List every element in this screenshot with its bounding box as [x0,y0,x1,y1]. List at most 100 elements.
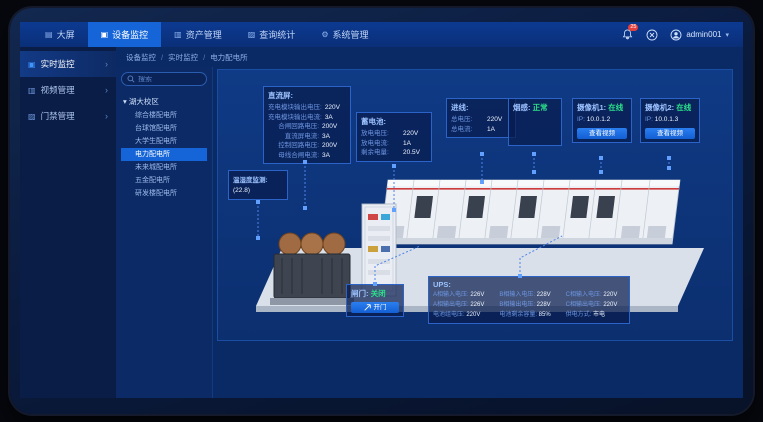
panel-title: 温湿度监测: [233,174,283,184]
tree-item[interactable]: 未来城配电所 [121,161,207,174]
metric-label: 充电模块输出电压: [268,103,322,113]
sensor-value: (22.8) [233,187,250,194]
tab-system-management[interactable]: ⚙ 系统管理 [308,22,381,47]
door-icon: ▨ [28,112,36,121]
sidebar-item-access-control[interactable]: ▨ 门禁管理 › [20,103,116,129]
metric-label: 放电电流: [361,139,400,149]
avatar [670,29,682,41]
view-video-button[interactable]: 查看视频 [577,128,627,139]
metric-label: B相输入电压: [499,292,535,298]
search-input[interactable] [138,76,201,83]
tree-item[interactable]: 综合楼配电所 [121,109,207,122]
ups-panel: UPS: A相输入电压: 226V B相输入电压: 228V C相输入电压: 2… [428,276,630,324]
chevron-right-icon: › [105,111,108,121]
panel-title: 直流屏: [268,90,346,101]
fullscreen-icon[interactable] [645,28,659,42]
panel-title: UPS: [433,280,625,289]
smoke-status: 正常 [533,103,548,112]
dc-screen-panel: 直流屏: 充电模块输出电压:220V 充电模块输出电流:3A 合闸回路电压:20… [263,86,351,164]
metric-label: 电池剩余容量: [499,312,537,318]
screen-icon: ▤ [45,30,53,39]
tab-label: 系统管理 [332,28,368,41]
metric-value: 228V [537,292,551,298]
metric-value: 220V [325,103,346,113]
app-window: ▤ 大屏 ▣ 设备监控 ▥ 资产管理 ▨ 查询统计 ⚙ 系统管理 25 [20,22,743,398]
tab-asset-management[interactable]: ▥ 资产管理 [161,22,235,47]
metric-label: 母线合闸电流: [268,151,319,161]
tree-group[interactable]: ▾ 湖大校区 [121,94,207,109]
tab-query-stats[interactable]: ▨ 查询统计 [235,22,309,47]
tab-label: 大屏 [57,28,75,41]
asset-icon: ▥ [174,30,182,39]
metric-value: 228V [537,302,551,308]
metric-value: 85% [539,312,551,318]
tab-label: 设备监控 [112,28,148,41]
metric-label: 放电电压: [361,129,400,139]
tab-dashboard[interactable]: ▤ 大屏 [32,22,88,47]
battery-panel: 蓄电池: 放电电压:220V 放电电流:1A 剩余电量:20.5V [356,112,432,162]
tab-label: 查询统计 [259,28,295,41]
tree-item-selected[interactable]: 电力配电所 [121,148,207,161]
tree-item[interactable]: 大学生配电所 [121,135,207,148]
temp-humidity-panel: 温湿度监测: (22.8) [228,170,288,200]
metric-label: A相输入电压: [433,292,469,298]
camera2-ip: 10.0.1.3 [655,116,679,123]
breadcrumb-item[interactable]: 设备监控 [126,52,156,63]
camera2-status: 在线 [676,103,691,112]
breadcrumb-item-current: 电力配电所 [210,52,248,63]
room-visualization-panel: 直流屏: 充电模块输出电压:220V 充电模块输出电流:3A 合闸回路电压:20… [217,69,733,341]
monitor-icon: ▣ [101,30,109,39]
sidebar-item-video-management[interactable]: ▥ 视频管理 › [20,77,116,103]
tree-item[interactable]: 台球馆配电所 [121,122,207,135]
panel-title: 蓄电池: [361,116,427,127]
metric-value: 226V [470,302,484,308]
camera1-ip: 10.0.1.2 [587,116,611,123]
breadcrumb-separator: / [203,53,205,62]
metric-label: 电池组电压: [433,312,465,318]
notification-badge: 25 [628,24,638,31]
panel-title: 闸门: 关闭 [351,288,399,299]
tree-group-label: 湖大校区 [129,97,159,106]
sidebar-item-label: 视频管理 [41,84,75,96]
gate-status: 关闭 [371,289,386,298]
chevron-down-icon: ▾ [725,31,729,39]
gate-panel: 闸门: 关闭 开门 [346,284,404,317]
open-door-button[interactable]: 开门 [351,302,399,313]
camera1-panel: 摄像机1: 在线 IP: 10.0.1.2 查看视频 [572,98,632,143]
notification-bell-icon[interactable]: 25 [620,28,634,42]
topbar-right: 25 admin001 ▾ [620,22,743,47]
metric-label: B相输出电压: [499,302,535,308]
metric-label: 直流屏电流: [268,132,319,142]
view-video-button[interactable]: 查看视频 [645,128,695,139]
breadcrumb-separator: / [161,53,163,62]
breadcrumb-item[interactable]: 实时监控 [168,52,198,63]
metric-label: 供电方式: [566,312,592,318]
stats-icon: ▨ [248,30,256,39]
metric-value: 200V [322,122,346,132]
metric-value: 226V [470,292,484,298]
metric-label: 总电流: [451,125,484,135]
tree-item[interactable]: 五金配电所 [121,174,207,187]
ip-label: IP: [577,116,585,123]
username: admin001 [686,30,721,39]
sidebar-item-label: 实时监控 [41,58,75,70]
metric-value: 220V [403,129,427,139]
panel-title: 摄像机2: 在线 [645,102,695,113]
sidebar-item-realtime-monitor[interactable]: ▣ 实时监控 › [20,51,116,77]
breadcrumb: 设备监控 / 实时监控 / 电力配电所 [116,47,743,67]
user-menu[interactable]: admin001 ▾ [670,29,729,41]
tab-device-monitor[interactable]: ▣ 设备监控 [88,22,162,47]
metric-value: 220V [466,312,480,318]
collapse-icon: ▾ [123,97,127,106]
metric-value: 1A [403,139,427,149]
top-navbar: ▤ 大屏 ▣ 设备监控 ▥ 资产管理 ▨ 查询统计 ⚙ 系统管理 25 [20,22,743,47]
search-box[interactable] [121,72,207,86]
metric-label: 合闸回路电压: [268,122,319,132]
tree-item[interactable]: 研发楼配电所 [121,187,207,200]
panel-title: 烟感: 正常 [513,102,557,113]
metric-label: 总电压: [451,115,484,125]
monitor-icon: ▣ [28,60,36,69]
metric-value: 200V [322,141,346,151]
metric-value: 市电 [593,312,605,318]
metric-value: 20.5V [403,148,427,158]
